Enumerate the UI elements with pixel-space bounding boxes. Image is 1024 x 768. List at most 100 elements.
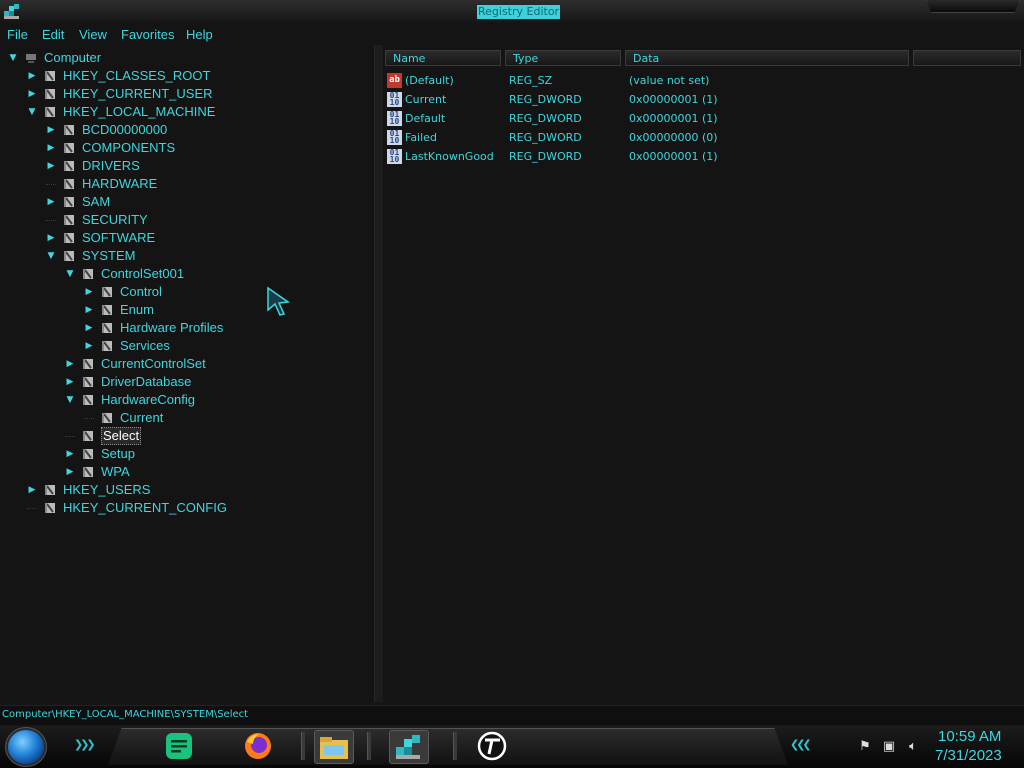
folder-icon [102,305,112,315]
folder-icon [83,467,93,477]
menu-file[interactable]: File [7,26,28,43]
column-header-type[interactable]: Type [505,50,621,66]
action-center-flag-icon[interactable]: ⚑ [857,740,873,754]
column-header-data[interactable]: Data [625,50,909,66]
tree-node-label[interactable]: HKEY_LOCAL_MACHINE [63,104,215,120]
expand-arrow-icon[interactable]: ▶ [46,161,56,171]
collapse-arrow-icon[interactable]: ▼ [8,53,18,63]
tree-node-label[interactable]: COMPONENTS [82,140,175,156]
menu-favorites[interactable]: Favorites [121,26,174,43]
registry-editor-icon[interactable] [3,3,20,20]
taskbar-typora[interactable] [473,730,511,762]
menu-edit[interactable]: Edit [42,26,64,43]
collapse-arrow-icon[interactable]: ▼ [65,269,75,279]
binary-value-icon: 01 10 [387,111,402,126]
taskbar-registry-editor[interactable] [389,730,429,764]
volume-icon[interactable]: 🔈︎ [905,740,921,754]
expand-arrow-icon[interactable]: ▶ [46,197,56,207]
taskbar-chevrons-left: ❯❯❯ [74,738,96,751]
string-value-icon: ab [387,73,402,88]
taskbar-notes-app[interactable] [160,730,198,762]
values-list[interactable]: Name Type Data ab (Default) REG_SZ (value n… [383,45,1024,702]
expand-arrow-icon[interactable]: ▶ [46,143,56,153]
collapse-arrow-icon[interactable]: ▼ [46,251,56,261]
computer-icon [26,54,36,63]
tree-connector [46,220,56,221]
expand-arrow-icon[interactable]: ▶ [27,485,37,495]
tree-node-label[interactable]: Current [120,410,163,426]
value-row[interactable]: 01 10 LastKnownGood REG_DWORD 0x00000001 (1) [383,148,1024,167]
tree-node-label[interactable]: HKEY_USERS [63,482,150,498]
tree-node-label[interactable]: HardwareConfig [101,392,195,408]
tree-node-label[interactable]: SECURITY [82,212,148,228]
value-row[interactable]: 01 10 Failed REG_DWORD 0x00000000 (0) [383,129,1024,148]
start-button[interactable] [8,730,44,764]
tree-node-label[interactable]: Select [101,427,142,445]
expand-arrow-icon[interactable]: ▶ [84,341,94,351]
collapse-arrow-icon[interactable]: ▼ [65,395,75,405]
taskbar-app-tray [108,728,788,765]
tree-node-label[interactable]: Enum [120,302,154,318]
network-icon[interactable]: ▣ [881,740,897,754]
tree-node-label[interactable]: HKEY_CURRENT_USER [63,86,213,102]
tree-node-label[interactable]: Setup [101,446,135,462]
expand-arrow-icon[interactable]: ▶ [46,125,56,135]
value-row[interactable]: 01 10 Current REG_DWORD 0x00000001 (1) [383,91,1024,110]
expand-arrow-icon[interactable]: ▶ [65,449,75,459]
menu-help[interactable]: Help [186,26,213,43]
expand-arrow-icon[interactable]: ▶ [84,305,94,315]
expand-arrow-icon[interactable]: ▶ [27,89,37,99]
key-tree[interactable]: ▼ Computer ▶ HKEY_CLASSES_ROOT ▶ HKEY_CURRENT… [0,45,374,702]
tree-node-label[interactable]: Hardware Profiles [120,320,223,336]
tree-node-label[interactable]: WPA [101,464,130,480]
tree-node-label[interactable]: DRIVERS [82,158,140,174]
expand-arrow-icon[interactable]: ▶ [65,359,75,369]
column-header-name[interactable]: Name [385,50,501,66]
value-data: 0x00000001 (1) [629,112,718,125]
taskbar-file-explorer[interactable] [314,730,354,764]
tree-node-label[interactable]: Control [120,284,162,300]
collapse-arrow-icon[interactable]: ▼ [27,107,37,117]
file-explorer-icon [320,737,348,759]
folder-icon [83,449,93,459]
expand-arrow-icon[interactable]: ▶ [84,287,94,297]
folder-icon [83,431,93,441]
folder-icon [45,89,55,99]
value-row[interactable]: 01 10 Default REG_DWORD 0x00000001 (1) [383,110,1024,129]
tree-node-label[interactable]: Computer [44,50,101,66]
expand-arrow-icon[interactable]: ▶ [27,71,37,81]
tree-node-label[interactable]: HKEY_CLASSES_ROOT [63,68,210,84]
status-path: Computer\HKEY_LOCAL_MACHINE\SYSTEM\Selec… [2,709,249,720]
tree-node-label[interactable]: BCD00000000 [82,122,167,138]
tree-node-label[interactable]: HKEY_CURRENT_CONFIG [63,500,227,516]
expand-arrow-icon[interactable]: ▶ [65,467,75,477]
value-name: (Default) [405,74,454,87]
tree-node-label[interactable]: SOFTWARE [82,230,155,246]
typora-icon [477,731,507,761]
tree-node-label[interactable]: Services [120,338,170,354]
tree-node-label[interactable]: ControlSet001 [101,266,184,282]
folder-icon [102,323,112,333]
tree-node-label[interactable]: CurrentControlSet [101,356,206,372]
menu-view[interactable]: View [79,26,107,43]
tree-node-label[interactable]: DriverDatabase [101,374,191,390]
value-data: 0x00000000 (0) [629,131,718,144]
folder-icon [45,485,55,495]
folder-icon [64,179,74,189]
value-row[interactable]: ab (Default) REG_SZ (value not set) [383,72,1024,91]
title-bar[interactable]: Registry Editor [0,0,1024,24]
folder-icon [83,395,93,405]
folder-icon [64,233,74,243]
value-name: Failed [405,131,437,144]
clock-date[interactable]: 7/31/2023 [935,747,1002,764]
clock-time[interactable]: 10:59 AM [938,728,1001,745]
tree-node-label[interactable]: SAM [82,194,110,210]
taskbar-firefox[interactable] [239,730,277,762]
expand-arrow-icon[interactable]: ▶ [84,323,94,333]
tree-node-label[interactable]: HARDWARE [82,176,157,192]
value-type: REG_DWORD [509,131,582,144]
expand-arrow-icon[interactable]: ▶ [65,377,75,387]
tree-node-label[interactable]: SYSTEM [82,248,135,264]
expand-arrow-icon[interactable]: ▶ [46,233,56,243]
value-name: LastKnownGood [405,150,494,163]
